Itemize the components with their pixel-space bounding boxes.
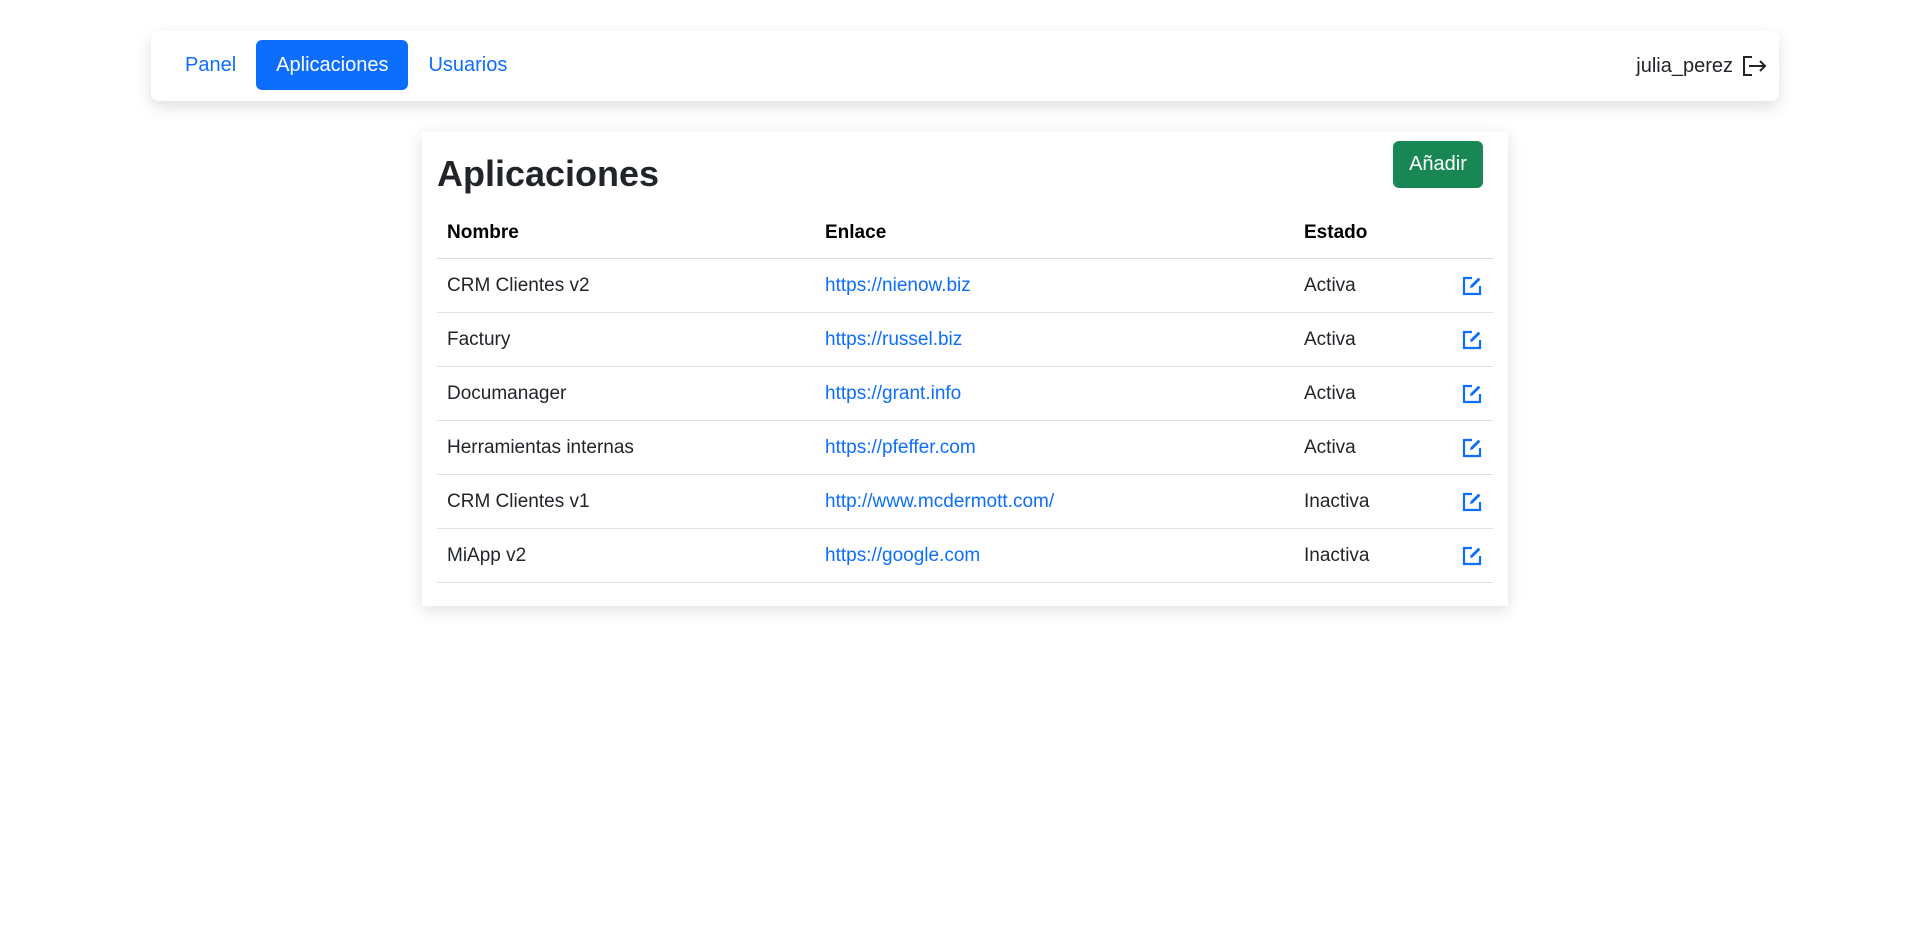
edit-icon[interactable]	[1461, 383, 1483, 405]
edit-icon[interactable]	[1461, 545, 1483, 567]
row-actions	[1447, 528, 1493, 583]
app-name: Herramientas internas	[437, 420, 815, 475]
column-header-enlace: Enlace	[815, 208, 1294, 259]
nav-item-panel[interactable]: Panel	[165, 40, 256, 90]
add-button[interactable]: Añadir	[1393, 141, 1483, 188]
app-link[interactable]: https://grant.info	[825, 383, 961, 404]
row-actions	[1447, 474, 1493, 529]
app-name: CRM Clientes v1	[437, 474, 815, 529]
page-title: Aplicaciones	[437, 153, 660, 194]
app-link-cell: https://pfeffer.com	[815, 420, 1294, 475]
app-status: Activa	[1294, 366, 1447, 421]
app-link[interactable]: https://nienow.biz	[825, 275, 971, 296]
app-link[interactable]: http://www.mcdermott.com/	[825, 491, 1054, 512]
app-name: Factury	[437, 312, 815, 367]
column-header-actions	[1447, 208, 1493, 259]
table-row: Factury https://russel.biz Activa	[437, 312, 1493, 367]
app-status: Activa	[1294, 258, 1447, 313]
edit-icon[interactable]	[1461, 275, 1483, 297]
table-row: CRM Clientes v1 http://www.mcdermott.com/…	[437, 474, 1493, 529]
app-link[interactable]: https://russel.biz	[825, 329, 962, 350]
table-row: Documanager https://grant.info Activa	[437, 366, 1493, 421]
table-row: Herramientas internas https://pfeffer.com…	[437, 420, 1493, 475]
app-name: CRM Clientes v2	[437, 258, 815, 313]
table-row: MiApp v2 https://google.com Inactiva	[437, 528, 1493, 583]
applications-card: Aplicaciones Añadir Nombre Enlace Estado…	[422, 132, 1508, 606]
edit-icon[interactable]	[1461, 491, 1483, 513]
column-header-nombre: Nombre	[437, 208, 815, 259]
app-link-cell: https://russel.biz	[815, 312, 1294, 367]
table-row: CRM Clientes v2 https://nienow.biz Activa	[437, 258, 1493, 313]
nav-item-usuarios[interactable]: Usuarios	[408, 40, 527, 90]
main-nav: Panel Aplicaciones Usuarios	[165, 40, 527, 90]
app-link-cell: http://www.mcdermott.com/	[815, 474, 1294, 529]
app-link[interactable]: https://google.com	[825, 545, 980, 566]
app-name: Documanager	[437, 366, 815, 421]
row-actions	[1447, 420, 1493, 475]
app-status: Inactiva	[1294, 528, 1447, 583]
app-link-cell: https://google.com	[815, 528, 1294, 583]
app-link[interactable]: https://pfeffer.com	[825, 437, 976, 458]
logout-icon[interactable]	[1741, 54, 1769, 78]
row-actions	[1447, 366, 1493, 421]
table-header-row: Nombre Enlace Estado	[437, 208, 1493, 259]
nav-item-aplicaciones[interactable]: Aplicaciones	[256, 40, 409, 90]
app-name: MiApp v2	[437, 528, 815, 583]
edit-icon[interactable]	[1461, 329, 1483, 351]
app-status: Activa	[1294, 420, 1447, 475]
username: julia_perez	[1636, 54, 1733, 77]
app-status: Inactiva	[1294, 474, 1447, 529]
app-link-cell: https://nienow.biz	[815, 258, 1294, 313]
top-navbar: Panel Aplicaciones Usuarios julia_perez	[151, 31, 1779, 101]
row-actions	[1447, 258, 1493, 313]
row-actions	[1447, 312, 1493, 367]
app-status: Activa	[1294, 312, 1447, 367]
app-link-cell: https://grant.info	[815, 366, 1294, 421]
applications-table: Nombre Enlace Estado CRM Clientes v2 http…	[437, 208, 1493, 583]
user-menu: julia_perez	[1636, 31, 1769, 101]
column-header-estado: Estado	[1294, 208, 1447, 259]
edit-icon[interactable]	[1461, 437, 1483, 459]
